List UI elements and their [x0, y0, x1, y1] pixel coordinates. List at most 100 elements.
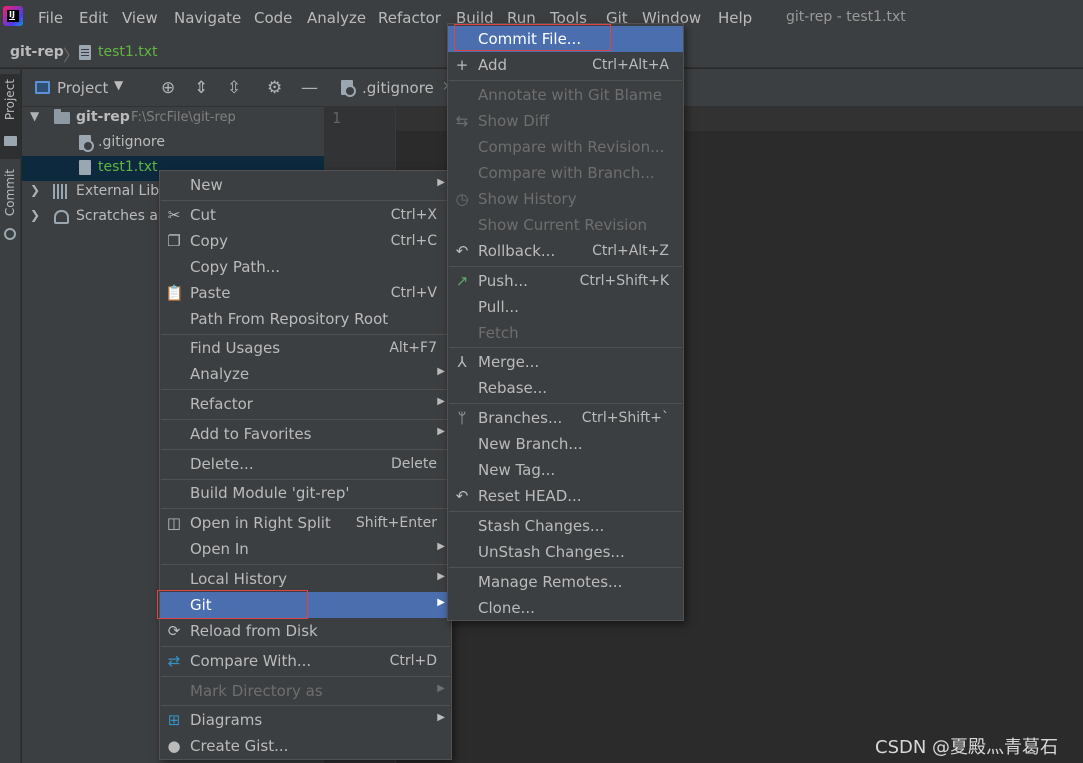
- menu-item-compare-revision[interactable]: Compare with Revision...: [448, 134, 683, 160]
- commit-tool-label: Commit: [3, 169, 17, 217]
- menu-item-pull[interactable]: Pull...: [448, 294, 683, 320]
- menu-item-find-usages[interactable]: Find Usages Alt+F7: [160, 335, 451, 361]
- menu-code[interactable]: Code: [254, 9, 292, 27]
- menu-item-new-tag[interactable]: New Tag...: [448, 457, 683, 483]
- menu-analyze[interactable]: Analyze: [307, 9, 366, 27]
- menu-edit[interactable]: Edit: [79, 9, 108, 27]
- menu-item-open-right-split[interactable]: ◫ Open in Right Split Shift+Enter: [160, 510, 451, 536]
- breadcrumb-root[interactable]: git-rep: [10, 44, 64, 60]
- menu-item-unstash[interactable]: UnStash Changes...: [448, 539, 683, 565]
- menu-item-analyze[interactable]: Analyze ▶: [160, 361, 451, 387]
- menu-item-shortcut: Ctrl+Shift+K: [579, 273, 669, 289]
- copy-icon: ❐: [167, 232, 181, 250]
- menu-item-label: Merge...: [478, 353, 540, 371]
- menu-item-build-module[interactable]: Build Module 'git-rep': [160, 480, 451, 506]
- menu-item-open-in[interactable]: Open In ▶: [160, 536, 451, 562]
- intellij-logo-icon: IJ: [3, 6, 23, 26]
- tree-node-root[interactable]: ▼ git-rep F:\SrcFile\git-rep: [22, 106, 324, 131]
- ignored-file-icon: [341, 80, 356, 97]
- menu-item-copy-path[interactable]: Copy Path...: [160, 254, 451, 280]
- menu-item-shortcut: Ctrl+Shift+`: [581, 410, 669, 426]
- expand-all-icon[interactable]: ⇕: [194, 79, 208, 97]
- menu-item-mark-directory[interactable]: Mark Directory as ▶: [160, 678, 451, 704]
- menu-item-cut[interactable]: ✂ Cut Ctrl+X: [160, 202, 451, 228]
- menu-item-branches[interactable]: ᛘ Branches... Ctrl+Shift+`: [448, 405, 683, 431]
- menu-item-copy[interactable]: ❐ Copy Ctrl+C: [160, 228, 451, 254]
- menu-item-add[interactable]: + Add Ctrl+Alt+A: [448, 52, 683, 78]
- menu-navigate[interactable]: Navigate: [174, 9, 241, 27]
- hide-panel-icon[interactable]: —: [301, 79, 318, 97]
- menu-item-label: Copy: [190, 232, 229, 250]
- menu-item-reset-head[interactable]: ↶ Reset HEAD...: [448, 483, 683, 509]
- gear-icon[interactable]: ⚙: [267, 79, 282, 97]
- menu-item-stash[interactable]: Stash Changes...: [448, 513, 683, 539]
- menu-separator: [449, 347, 682, 348]
- menu-help[interactable]: Help: [718, 9, 752, 27]
- locate-target-icon[interactable]: ⊕: [161, 79, 175, 97]
- menu-separator: [161, 508, 450, 509]
- menu-item-compare-with[interactable]: ⇄ Compare With... Ctrl+D: [160, 648, 451, 674]
- menu-item-label: Cut: [190, 206, 216, 224]
- menu-item-reload-disk[interactable]: ⟳ Reload from Disk: [160, 618, 451, 644]
- menu-item-show-history[interactable]: ◷ Show History: [448, 186, 683, 212]
- menu-refactor[interactable]: Refactor: [378, 9, 441, 27]
- menu-item-annotate-blame[interactable]: Annotate with Git Blame: [448, 82, 683, 108]
- menu-item-add-favorites[interactable]: Add to Favorites ▶: [160, 421, 451, 447]
- menu-item-label: Show History: [478, 190, 577, 208]
- tree-node-gitignore[interactable]: .gitignore: [22, 131, 324, 156]
- menu-file[interactable]: File: [38, 9, 63, 27]
- compare-arrows-icon: ⇄: [167, 652, 181, 670]
- menu-separator: [449, 403, 682, 404]
- menu-item-fetch[interactable]: Fetch: [448, 320, 683, 346]
- menu-item-show-diff[interactable]: ⇆ Show Diff: [448, 108, 683, 134]
- submenu-arrow-icon: ▶: [437, 177, 445, 188]
- menu-item-refactor[interactable]: Refactor ▶: [160, 391, 451, 417]
- menu-item-path-from-root[interactable]: Path From Repository Root: [160, 306, 451, 332]
- menu-item-create-gist[interactable]: ● Create Gist...: [160, 733, 451, 759]
- chevron-right-icon[interactable]: ❯: [30, 208, 40, 222]
- menu-item-label: Reload from Disk: [190, 622, 318, 640]
- tool-window-stripe: Project Commit: [0, 69, 21, 763]
- chevron-down-icon[interactable]: ▼: [114, 78, 123, 92]
- branch-icon: ᛘ: [457, 409, 467, 427]
- menu-view[interactable]: View: [122, 9, 158, 27]
- scissors-icon: ✂: [167, 206, 181, 224]
- menu-item-shortcut: Ctrl+V: [390, 285, 437, 301]
- menu-item-shortcut: Ctrl+Alt+A: [592, 57, 669, 73]
- menu-item-label: Clone...: [478, 599, 535, 617]
- menu-item-new[interactable]: New ▶: [160, 172, 451, 198]
- menu-item-label: Refactor: [190, 395, 253, 413]
- menu-item-show-current-revision[interactable]: Show Current Revision: [448, 212, 683, 238]
- collapse-all-icon[interactable]: ⇳: [227, 79, 241, 97]
- undo-icon: ↶: [455, 242, 469, 260]
- menu-item-new-branch[interactable]: New Branch...: [448, 431, 683, 457]
- menu-item-diagrams[interactable]: ⊞ Diagrams ▶: [160, 707, 451, 733]
- menu-item-label: Reset HEAD...: [478, 487, 582, 505]
- menu-item-compare-branch[interactable]: Compare with Branch...: [448, 160, 683, 186]
- plus-icon: +: [455, 56, 469, 74]
- menu-item-label: Open In: [190, 540, 249, 558]
- chevron-right-icon[interactable]: ❯: [30, 183, 40, 197]
- menu-item-local-history[interactable]: Local History ▶: [160, 566, 451, 592]
- split-view-icon: ◫: [166, 514, 182, 532]
- submenu-arrow-icon: ▶: [437, 396, 445, 407]
- menu-item-delete[interactable]: Delete... Delete: [160, 451, 451, 477]
- submenu-arrow-icon: ▶: [437, 712, 445, 723]
- breadcrumb-file[interactable]: test1.txt: [98, 44, 158, 60]
- menu-item-rollback[interactable]: ↶ Rollback... Ctrl+Alt+Z: [448, 238, 683, 264]
- menu-item-rebase[interactable]: Rebase...: [448, 375, 683, 401]
- menu-item-label: Show Current Revision: [478, 216, 648, 234]
- menu-item-label: Fetch: [478, 324, 519, 342]
- project-view-selector[interactable]: Project: [57, 79, 108, 97]
- menu-item-merge[interactable]: ⅄ Merge...: [448, 349, 683, 375]
- menu-item-push[interactable]: ↗ Push... Ctrl+Shift+K: [448, 268, 683, 294]
- menu-separator: [449, 567, 682, 568]
- menu-item-paste[interactable]: 📋 Paste Ctrl+V: [160, 280, 451, 306]
- menu-item-manage-remotes[interactable]: Manage Remotes...: [448, 569, 683, 595]
- menu-item-clone[interactable]: Clone...: [448, 595, 683, 621]
- clipboard-icon: 📋: [165, 284, 184, 302]
- project-tool-button[interactable]: Project: [0, 74, 21, 159]
- scratches-icon: [54, 210, 69, 224]
- submenu-arrow-icon: ▶: [437, 541, 445, 552]
- chevron-down-icon[interactable]: ▼: [30, 109, 39, 123]
